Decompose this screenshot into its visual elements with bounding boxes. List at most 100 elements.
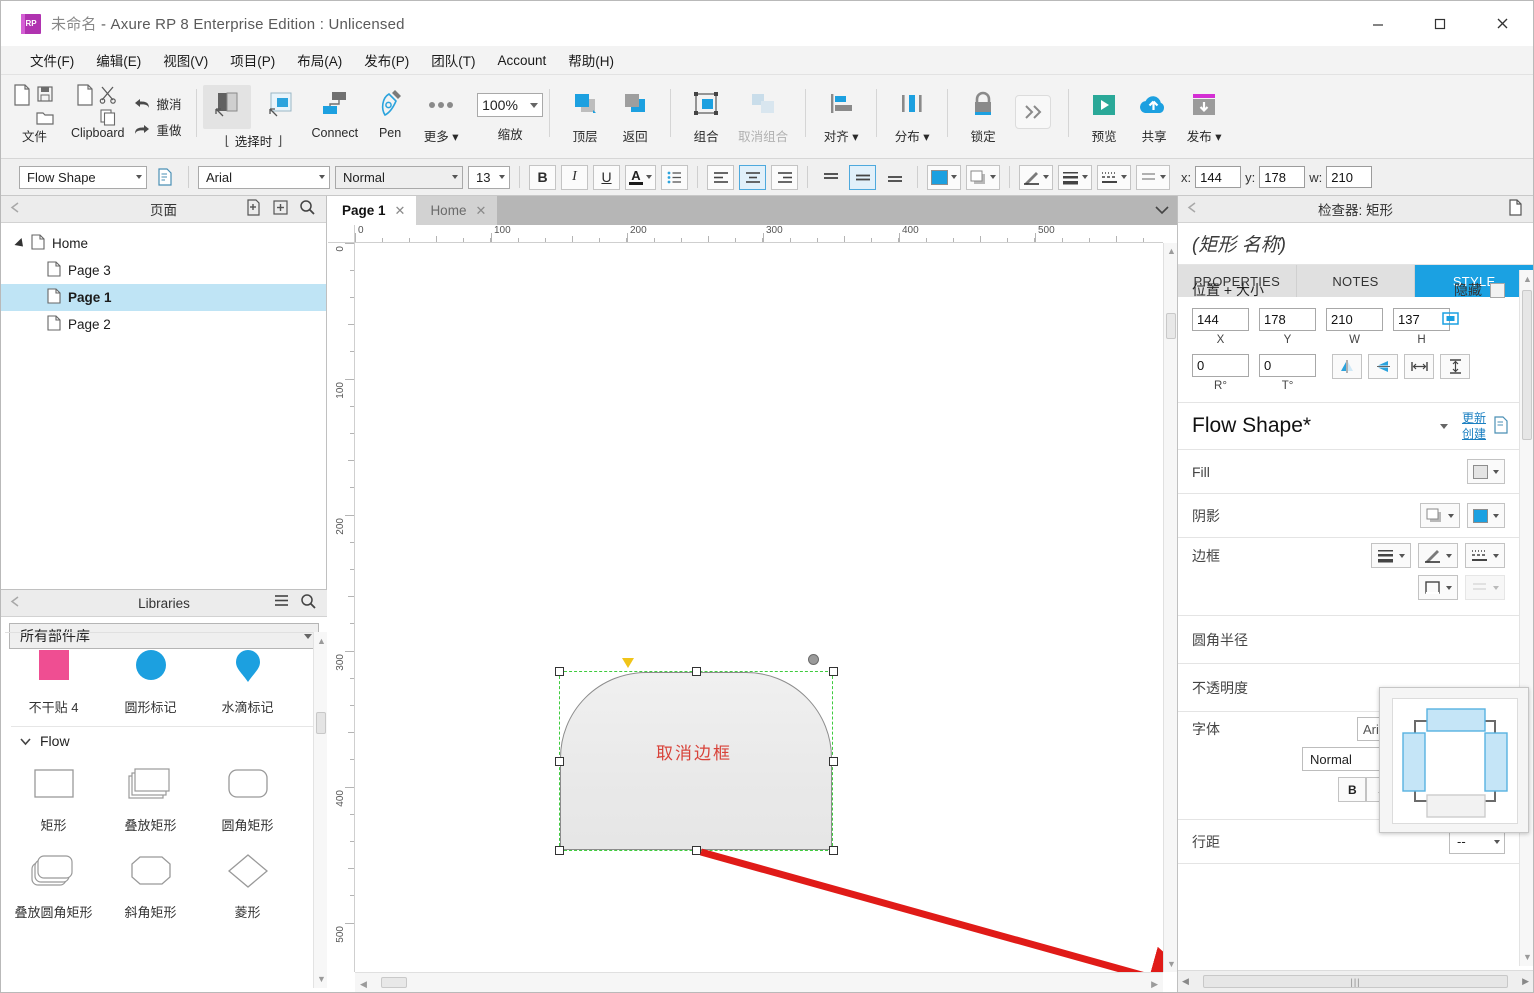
- flip-vertical-button[interactable]: [1368, 354, 1398, 379]
- scroll-down-arrow-icon[interactable]: ▼: [317, 974, 326, 984]
- search-icon[interactable]: [299, 199, 316, 219]
- resize-handle-ne[interactable]: [829, 667, 838, 676]
- zoom-control[interactable]: 100% 缩放: [477, 93, 543, 143]
- library-item-rectangle[interactable]: 矩形: [5, 753, 102, 840]
- menu-layout[interactable]: 布局(A): [286, 46, 353, 74]
- style-create-link[interactable]: 创建: [1462, 426, 1486, 442]
- style-update-link[interactable]: 更新: [1462, 410, 1486, 426]
- resize-handle-w[interactable]: [555, 757, 564, 766]
- library-section-flow[interactable]: Flow: [5, 727, 323, 753]
- align-left-button[interactable]: [707, 165, 734, 190]
- close-icon[interactable]: ✕: [475, 203, 486, 219]
- scroll-up-arrow-icon[interactable]: ▲: [317, 636, 326, 646]
- x-input[interactable]: [1195, 166, 1241, 188]
- libraries-scroll-thumb[interactable]: [316, 712, 326, 734]
- scroll-up-arrow-icon[interactable]: ▲: [1167, 246, 1176, 256]
- resize-handle-nw[interactable]: [555, 667, 564, 676]
- inspector-hscroll-thumb[interactable]: |||: [1203, 975, 1508, 988]
- font-family-select[interactable]: Arial: [198, 166, 330, 189]
- collapse-icon[interactable]: [9, 595, 22, 611]
- font-size-select[interactable]: 13: [468, 166, 510, 189]
- resize-handle-sw[interactable]: [555, 846, 564, 855]
- fit-width-button[interactable]: [1404, 354, 1434, 379]
- y-input[interactable]: [1259, 308, 1316, 331]
- toolbar-overflow-button[interactable]: [1008, 85, 1058, 161]
- line-style-button[interactable]: [1097, 165, 1131, 190]
- style-editor-button[interactable]: [152, 165, 179, 190]
- border-width-button[interactable]: [1371, 543, 1411, 568]
- widget-name-input[interactable]: (矩形 名称): [1178, 223, 1533, 265]
- clipboard-button[interactable]: Clipboard: [64, 75, 132, 151]
- canvas-vscroll-thumb[interactable]: [1166, 313, 1176, 339]
- line-width-button[interactable]: [1058, 165, 1092, 190]
- tree-row-page1[interactable]: Page 1: [1, 284, 326, 311]
- library-item-octagon[interactable]: 斜角矩形: [102, 840, 199, 927]
- library-item-circle-marker[interactable]: 圆形标记: [102, 633, 199, 722]
- text-rotation-input[interactable]: [1259, 354, 1316, 377]
- canvas-vertical-scrollbar[interactable]: ▲ ▼: [1163, 243, 1177, 972]
- valign-top-button[interactable]: [817, 165, 844, 190]
- y-input[interactable]: [1259, 166, 1305, 188]
- pen-button[interactable]: Pen: [365, 75, 415, 151]
- border-visibility-button[interactable]: [1418, 575, 1458, 600]
- inspector-horizontal-scrollbar[interactable]: ◀ ||| ▶: [1178, 970, 1533, 992]
- send-to-back-button[interactable]: 返回: [610, 75, 660, 151]
- menu-publish[interactable]: 发布(P): [353, 46, 420, 74]
- expand-triangle-icon[interactable]: [14, 237, 26, 249]
- scroll-up-arrow-icon[interactable]: ▲: [1523, 274, 1532, 284]
- minimize-button[interactable]: [1347, 1, 1409, 46]
- share-button[interactable]: 共享: [1129, 75, 1179, 151]
- library-item-rounded-rectangle[interactable]: 圆角矩形: [199, 753, 296, 840]
- close-icon[interactable]: ✕: [395, 203, 406, 219]
- menu-edit[interactable]: 编辑(E): [85, 46, 152, 74]
- inspector-scrollbar[interactable]: ▲ ▼: [1519, 270, 1533, 966]
- scroll-right-arrow-icon[interactable]: ▶: [1151, 979, 1158, 990]
- scroll-left-arrow-icon[interactable]: ◀: [1182, 976, 1189, 987]
- valign-middle-button[interactable]: [849, 165, 876, 190]
- distribute-button[interactable]: 分布 ▾: [887, 75, 937, 151]
- tree-row-page3[interactable]: Page 3: [1, 257, 326, 284]
- more-tools-button[interactable]: 更多 ▾: [415, 75, 467, 151]
- publish-button[interactable]: 发布 ▾: [1179, 75, 1229, 151]
- redo-button[interactable]: 重做: [134, 120, 182, 139]
- inspector-scroll-thumb[interactable]: [1522, 290, 1532, 440]
- scroll-right-arrow-icon[interactable]: ▶: [1522, 976, 1529, 987]
- resize-handle-e[interactable]: [829, 757, 838, 766]
- undo-button[interactable]: 撤消: [134, 94, 182, 113]
- chevron-down-icon[interactable]: [1440, 424, 1448, 429]
- style-manager-icon[interactable]: [1493, 416, 1509, 437]
- zoom-select[interactable]: 100%: [477, 93, 543, 117]
- select-contained-button[interactable]: [203, 85, 251, 129]
- search-icon[interactable]: [300, 593, 317, 613]
- rotate-handle[interactable]: [808, 654, 819, 665]
- add-folder-icon[interactable]: [272, 199, 289, 219]
- widget-style-select[interactable]: Flow Shape: [19, 166, 147, 189]
- tree-row-page2[interactable]: Page 2: [1, 311, 326, 338]
- scroll-down-arrow-icon[interactable]: ▼: [1523, 952, 1532, 962]
- library-item-stacked-rounded-rectangle[interactable]: 叠放圆角矩形: [5, 840, 102, 927]
- tab-overflow-button[interactable]: [1155, 204, 1169, 218]
- align-center-button[interactable]: [739, 165, 766, 190]
- resize-handle-n[interactable]: [692, 667, 701, 676]
- bold-button[interactable]: B: [529, 165, 556, 190]
- add-page-icon[interactable]: [245, 199, 262, 219]
- arrow-endpoints-button[interactable]: [1465, 575, 1505, 600]
- collapse-icon[interactable]: [9, 201, 22, 217]
- align-button[interactable]: 对齐 ▾: [816, 75, 866, 151]
- scroll-down-arrow-icon[interactable]: ▼: [1167, 959, 1176, 969]
- flip-horizontal-button[interactable]: [1332, 354, 1362, 379]
- font-weight-select[interactable]: Normal: [335, 166, 463, 189]
- library-item-droplet-marker[interactable]: 水滴标记: [199, 633, 296, 722]
- preview-button[interactable]: 预览: [1079, 75, 1129, 151]
- libraries-scrollbar[interactable]: ▲ ▼: [313, 632, 327, 988]
- group-button[interactable]: 组合: [681, 75, 731, 151]
- radius-handle-icon[interactable]: [622, 658, 634, 668]
- resize-handle-se[interactable]: [829, 846, 838, 855]
- maximize-button[interactable]: [1409, 1, 1471, 46]
- w-input[interactable]: [1326, 308, 1383, 331]
- fill-color-button[interactable]: [1467, 459, 1505, 484]
- library-item-diamond[interactable]: 菱形: [199, 840, 296, 927]
- design-canvas[interactable]: 取消边框: [356, 244, 1163, 972]
- arrow-style-button[interactable]: [1136, 165, 1170, 190]
- tree-row-home[interactable]: Home: [1, 230, 326, 257]
